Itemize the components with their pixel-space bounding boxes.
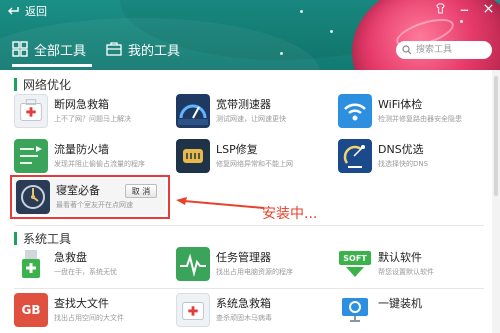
- section-title-text: 网络优化: [23, 78, 72, 92]
- tool-name: 宽带测速器: [216, 98, 271, 111]
- section-accent-bar: [14, 232, 17, 245]
- skin-icon[interactable]: [434, 2, 446, 14]
- system-first-aid-icon: [176, 293, 210, 327]
- soft-icon: SOFT: [338, 247, 372, 281]
- tool-find-big-files[interactable]: GB 查找大文件 找出占用空间的大文件: [14, 293, 174, 333]
- search-icon: [402, 45, 412, 55]
- back-label: 返回: [25, 5, 47, 18]
- star-decoration: [280, 52, 283, 55]
- bedroom-tool-icon: [16, 180, 50, 214]
- tool-task-manager[interactable]: 任务管理器 找出占用电脑资源的程序: [176, 247, 336, 287]
- header: 返回 全部工具 我的工具: [0, 0, 500, 70]
- tool-name: 断网急救箱: [54, 98, 109, 111]
- tool-desc: 找选择快的DNS: [378, 160, 429, 168]
- speedometer-icon: [176, 94, 210, 128]
- satellite-dish-icon: [338, 139, 372, 173]
- search-input[interactable]: [416, 43, 486, 57]
- tool-desc: 发现并阻止偷偷占流量的程序: [54, 160, 145, 168]
- task-monitor-icon: [176, 247, 210, 281]
- tool-name: WiFi体检: [378, 98, 423, 111]
- tool-rescue-disk[interactable]: 急救盘 一盘在手，系统无忧: [14, 247, 174, 287]
- tool-desc: 找出占用空间的大文件: [54, 314, 124, 322]
- back-button[interactable]: 返回: [8, 3, 47, 19]
- svg-text:GB: GB: [22, 303, 41, 317]
- tool-wifi-check[interactable]: WiFi体检 检测并修复路由器安全隐患: [338, 94, 498, 134]
- section-title-system: 系统工具: [14, 230, 71, 247]
- star-decoration: [300, 10, 303, 13]
- traffic-firewall-icon: [14, 139, 48, 173]
- tool-system-first-aid[interactable]: 系统急救箱 查杀顽固木马病毒: [176, 293, 336, 333]
- tool-name: DNS优选: [378, 143, 424, 156]
- big-file-icon: GB: [14, 293, 48, 327]
- search-box[interactable]: [396, 41, 492, 59]
- section-accent-bar: [14, 78, 17, 91]
- first-aid-kit-icon: [14, 94, 48, 128]
- tool-desc: 帮您设置默认软件: [378, 268, 434, 276]
- annotation-arrow-icon: [176, 197, 265, 209]
- tool-one-click-install[interactable]: 一键装机: [338, 293, 498, 333]
- tool-desc: 上不了网？问题马上解决: [54, 115, 131, 123]
- svg-text:SOFT: SOFT: [343, 254, 367, 263]
- tool-lsp-repair[interactable]: LSP修复 修复网络异常和不能上网: [176, 139, 336, 179]
- section-title-text: 系统工具: [23, 232, 72, 246]
- tool-name: 急救盘: [54, 251, 87, 264]
- row-divider: [14, 288, 484, 289]
- active-tab-indicator: [12, 64, 92, 67]
- tab-label: 全部工具: [34, 43, 87, 59]
- tool-default-software[interactable]: SOFT 默认软件 帮您设置默认软件: [338, 247, 498, 287]
- tool-traffic-firewall[interactable]: 流量防火墙 发现并阻止偷偷占流量的程序: [14, 139, 174, 179]
- star-decoration: [460, 20, 463, 23]
- tab-label: 我的工具: [128, 43, 181, 59]
- tool-name: 一键装机: [378, 297, 422, 310]
- tool-name: 任务管理器: [216, 251, 271, 264]
- tool-name: 寝室必备: [56, 184, 100, 197]
- toolbox-icon: [106, 42, 122, 56]
- tool-name: 查找大文件: [54, 297, 109, 310]
- star-decoration: [330, 30, 333, 33]
- close-icon[interactable]: [482, 2, 494, 14]
- tool-desc: 找出占用电脑资源的程序: [216, 268, 293, 276]
- grid-icon: [12, 41, 28, 57]
- tool-name: 流量防火墙: [54, 143, 109, 156]
- window-controls: [434, 2, 494, 14]
- usb-drive-icon: [14, 247, 48, 281]
- minimize-icon[interactable]: [458, 2, 470, 14]
- tool-name: 系统急救箱: [216, 297, 271, 310]
- tab-my-tools[interactable]: 我的工具: [106, 40, 181, 59]
- section-title-network: 网络优化: [14, 76, 71, 93]
- monitor-icon: [338, 293, 372, 327]
- tool-desc: 查杀顽固木马病毒: [216, 314, 272, 322]
- section-divider: [14, 225, 484, 226]
- cancel-install-button[interactable]: 取 消: [125, 184, 157, 198]
- installing-annotation: 安装中...: [262, 206, 318, 222]
- tool-desc: 一盘在手，系统无忧: [54, 268, 117, 276]
- back-arrow-icon: [8, 7, 19, 15]
- lsp-repair-icon: [176, 139, 210, 173]
- tool-network-first-aid[interactable]: 断网急救箱 上不了网？问题马上解决: [14, 94, 174, 134]
- tool-dns-optimize[interactable]: DNS优选 找选择快的DNS: [338, 139, 498, 179]
- tab-all-tools[interactable]: 全部工具: [12, 40, 87, 59]
- wifi-icon: [338, 94, 372, 128]
- tool-desc: 最看著个室友开在点网速: [56, 201, 133, 209]
- tool-desc: 测试网速，让网速更快: [216, 115, 286, 123]
- tool-name: 默认软件: [378, 251, 422, 264]
- tool-name: LSP修复: [216, 143, 258, 156]
- tool-desc: 检测并修复路由器安全隐患: [378, 115, 462, 123]
- tool-speed-test[interactable]: 宽带测速器 测试网速，让网速更快: [176, 94, 336, 134]
- tool-desc: 修复网络异常和不能上网: [216, 160, 293, 168]
